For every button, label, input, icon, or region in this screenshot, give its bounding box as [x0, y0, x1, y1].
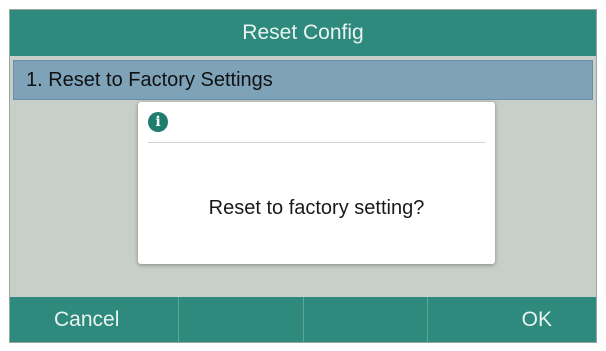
softkey-2[interactable]	[179, 297, 304, 342]
ok-softkey[interactable]: OK	[428, 297, 596, 342]
title-bar: Reset Config	[10, 10, 596, 56]
menu-item-reset-factory[interactable]: 1. Reset to Factory Settings	[13, 60, 593, 100]
dialog-header: i	[148, 102, 485, 143]
ok-label: OK	[521, 307, 552, 331]
page-title: Reset Config	[242, 21, 364, 44]
phone-screen: Reset Config 1. Reset to Factory Setting…	[9, 9, 597, 343]
cancel-label: Cancel	[54, 307, 120, 331]
cancel-softkey[interactable]: Cancel	[10, 297, 179, 342]
info-icon: i	[148, 112, 168, 132]
dialog-message: Reset to factory setting?	[208, 197, 425, 219]
softkey-bar: Cancel OK	[10, 297, 596, 342]
menu-item-label: 1. Reset to Factory Settings	[26, 68, 273, 91]
confirm-dialog: i Reset to factory setting?	[138, 102, 495, 264]
softkey-3[interactable]	[304, 297, 429, 342]
